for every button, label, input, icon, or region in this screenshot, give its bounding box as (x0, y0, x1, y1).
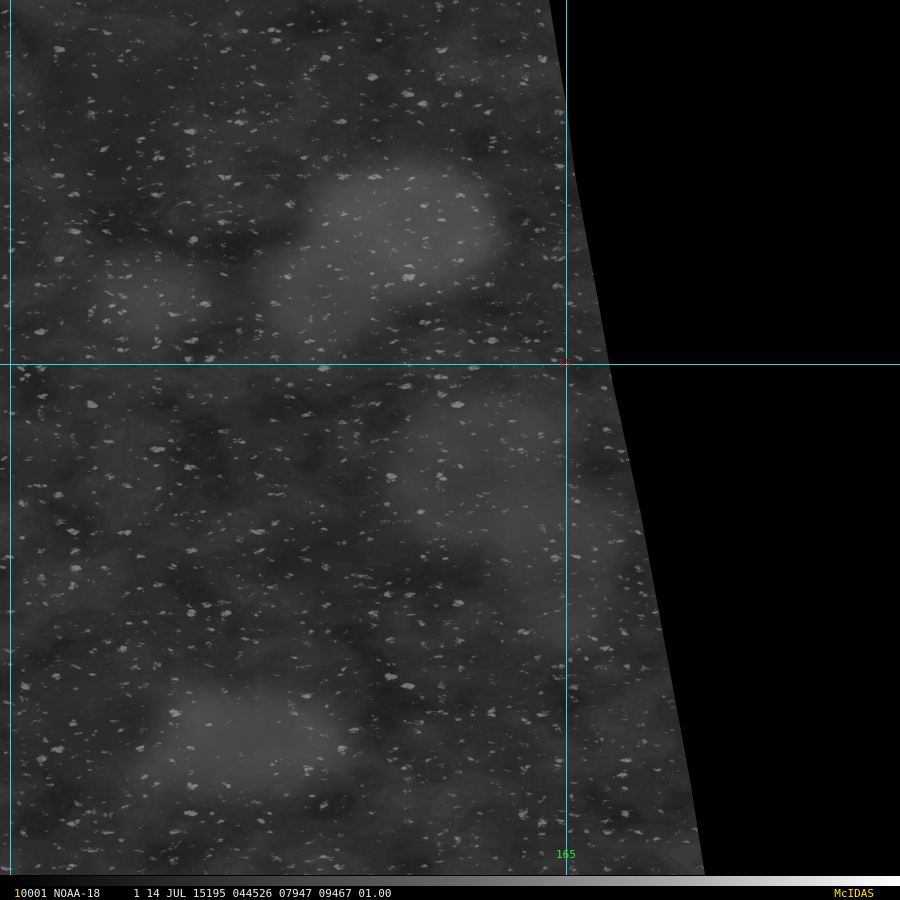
mcidas-brand-label: McIDAS (834, 887, 874, 900)
grey-scale-wedge (0, 876, 900, 886)
status-bar: 10001 NOAA-18 1 14 JUL 15195 044526 0794… (0, 876, 900, 900)
longitude-165-label: 165 (556, 848, 576, 861)
satellite-image (0, 0, 900, 875)
frame-number: 1 (14, 887, 21, 900)
image-info-text: 0001 NOAA-18 1 14 JUL 15195 044526 07947… (20, 887, 392, 900)
image-info-line: 10001 NOAA-18 1 14 JUL 15195 044526 0794… (14, 888, 392, 900)
latitude-15-label: 15 (558, 357, 572, 370)
satellite-image-viewer[interactable]: 15 165 10001 NOAA-18 1 14 JUL 15195 0445… (0, 0, 900, 900)
